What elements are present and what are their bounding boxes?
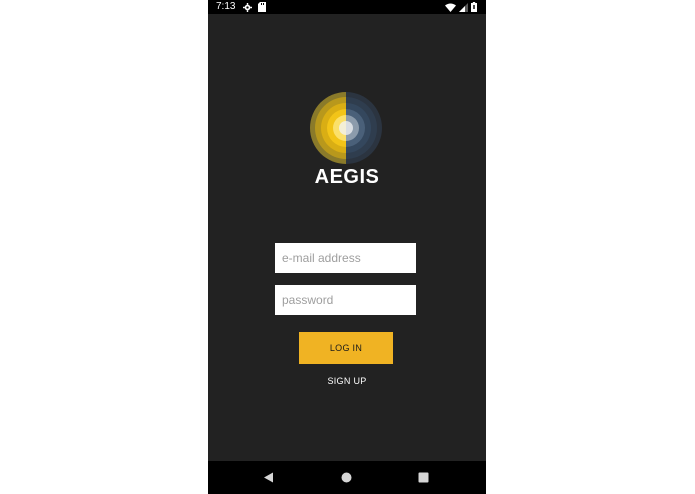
- signal-icon: [459, 3, 468, 12]
- status-bar: 7:13: [208, 0, 486, 14]
- email-field[interactable]: [275, 243, 416, 273]
- signup-link[interactable]: SIGN UP: [208, 376, 486, 386]
- settings-icon: [243, 3, 252, 12]
- app-name: AEGIS: [314, 166, 380, 188]
- battery-icon: [471, 2, 477, 12]
- back-icon[interactable]: [263, 472, 274, 483]
- phone-screen: 7:13 AEGIS e-mail address LOG IN SIGN UP: [208, 0, 486, 494]
- login-button[interactable]: LOG IN: [299, 332, 393, 364]
- password-field[interactable]: [275, 285, 416, 315]
- navigation-bar: [208, 461, 486, 494]
- home-icon[interactable]: [341, 472, 352, 483]
- wifi-icon: [445, 3, 456, 12]
- aegis-logo: [310, 92, 382, 164]
- status-time: 7:13: [216, 1, 236, 12]
- recents-icon[interactable]: [418, 472, 429, 483]
- sd-card-icon: [258, 2, 266, 12]
